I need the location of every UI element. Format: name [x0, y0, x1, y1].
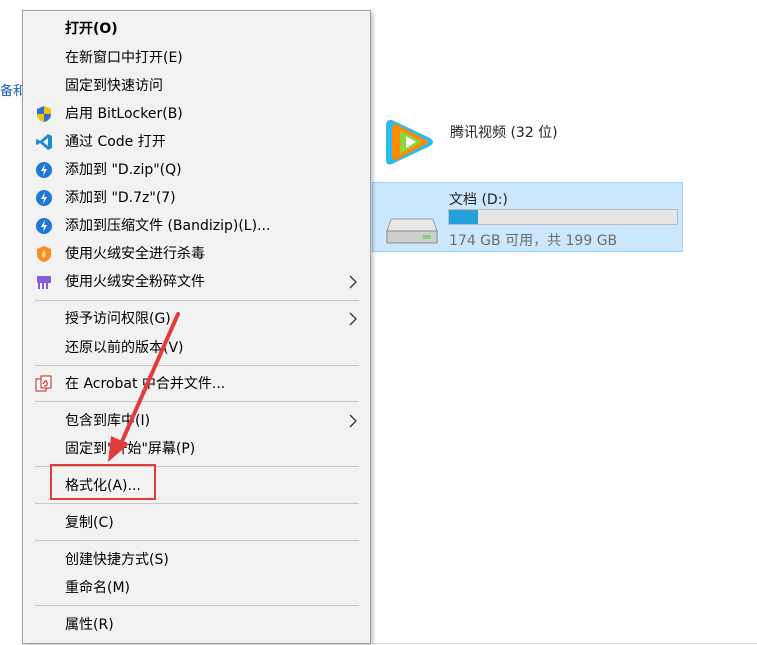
huorong-icon	[37, 246, 51, 262]
app-label: 腾讯视频 (32 位)	[450, 125, 558, 141]
shield-icon	[37, 106, 51, 122]
menu-item-label: 授予访问权限(G)	[65, 311, 171, 327]
bandizip-icon	[36, 218, 52, 234]
menu-item-label: 固定到快速访问	[65, 78, 163, 94]
drive-usage-bar	[448, 209, 678, 225]
menu-item-label: 打开(O)	[65, 21, 118, 37]
menu-item-label: 重命名(M)	[65, 580, 131, 596]
menu-item-label: 包含到库中(I)	[65, 413, 151, 429]
menu-separator	[35, 503, 359, 504]
drive-label: 文档 (D:)	[449, 192, 508, 208]
menu-item-pin-start[interactable]: 固定到"开始"屏幕(P)	[23, 435, 370, 463]
menu-item-label: 添加到 "D.zip"(Q)	[65, 162, 182, 178]
context-menu: 打开(O) 在新窗口中打开(E) 固定到快速访问 启用 BitLocker(B)…	[22, 10, 371, 644]
menu-separator	[35, 365, 359, 366]
menu-item-grant-access[interactable]: 授予访问权限(G)	[23, 305, 370, 333]
annotation-highlight-box	[50, 464, 156, 500]
menu-item-label: 添加到压缩文件 (Bandizip)(L)...	[65, 218, 271, 234]
menu-item-label: 还原以前的版本(V)	[65, 340, 184, 356]
menu-item-label: 使用火绒安全粉碎文件	[65, 274, 205, 290]
bandizip-icon	[36, 162, 52, 178]
menu-item-restore-versions[interactable]: 还原以前的版本(V)	[23, 334, 370, 362]
menu-separator	[35, 401, 359, 402]
menu-item-huorong-scan[interactable]: 使用火绒安全进行杀毒	[23, 240, 370, 268]
menu-item-label: 属性(R)	[65, 617, 114, 633]
menu-item-label: 使用火绒安全进行杀毒	[65, 246, 205, 262]
menu-item-open-with-code[interactable]: 通过 Code 打开	[23, 128, 370, 156]
menu-item-label: 通过 Code 打开	[65, 134, 166, 150]
menu-item-add-zip[interactable]: 添加到 "D.zip"(Q)	[23, 156, 370, 184]
menu-item-label: 复制(C)	[65, 515, 114, 531]
menu-item-add-archive[interactable]: 添加到压缩文件 (Bandizip)(L)...	[23, 212, 370, 240]
menu-item-open[interactable]: 打开(O)	[23, 15, 370, 43]
menu-item-label: 启用 BitLocker(B)	[65, 106, 183, 122]
vscode-icon	[36, 134, 52, 150]
menu-item-label: 创建快捷方式(S)	[65, 552, 169, 568]
menu-item-huorong-shred[interactable]: 使用火绒安全粉碎文件	[23, 268, 370, 296]
menu-item-add-7z[interactable]: 添加到 "D.7z"(7)	[23, 184, 370, 212]
menu-item-label: 在 Acrobat 中合并文件...	[65, 376, 226, 392]
menu-item-include-library[interactable]: 包含到库中(I)	[23, 407, 370, 435]
menu-item-rename[interactable]: 重命名(M)	[23, 574, 370, 602]
menu-item-properties[interactable]: 属性(R)	[23, 611, 370, 639]
tencent-video-icon	[386, 120, 433, 165]
menu-item-create-shortcut[interactable]: 创建快捷方式(S)	[23, 546, 370, 574]
chevron-right-icon	[349, 414, 357, 428]
app-item-tencent-video[interactable]: 腾讯视频 (32 位)	[378, 110, 678, 172]
menu-separator	[35, 300, 359, 301]
acrobat-icon	[35, 375, 52, 392]
menu-item-label: 添加到 "D.7z"(7)	[65, 190, 176, 206]
menu-item-label: 在新窗口中打开(E)	[65, 50, 183, 66]
menu-separator	[35, 605, 359, 606]
menu-item-acrobat-combine[interactable]: 在 Acrobat 中合并文件...	[23, 370, 370, 398]
chevron-right-icon	[349, 275, 357, 289]
bandizip-icon	[36, 190, 52, 206]
menu-separator	[35, 540, 359, 541]
drive-item-d[interactable]: 文档 (D:) 174 GB 可用，共 199 GB	[372, 182, 683, 252]
menu-item-open-new-window[interactable]: 在新窗口中打开(E)	[23, 44, 370, 72]
menu-item-bitlocker[interactable]: 启用 BitLocker(B)	[23, 100, 370, 128]
menu-item-pin-quick-access[interactable]: 固定到快速访问	[23, 72, 370, 100]
menu-item-label: 固定到"开始"屏幕(P)	[65, 441, 196, 457]
shredder-icon	[37, 276, 51, 289]
chevron-right-icon	[349, 312, 357, 326]
menu-item-copy[interactable]: 复制(C)	[23, 509, 370, 537]
content-bottom-divider	[372, 643, 757, 644]
drive-size-text: 174 GB 可用，共 199 GB	[449, 233, 618, 249]
drive-usage-fill	[449, 210, 478, 224]
drive-icon	[386, 218, 438, 244]
